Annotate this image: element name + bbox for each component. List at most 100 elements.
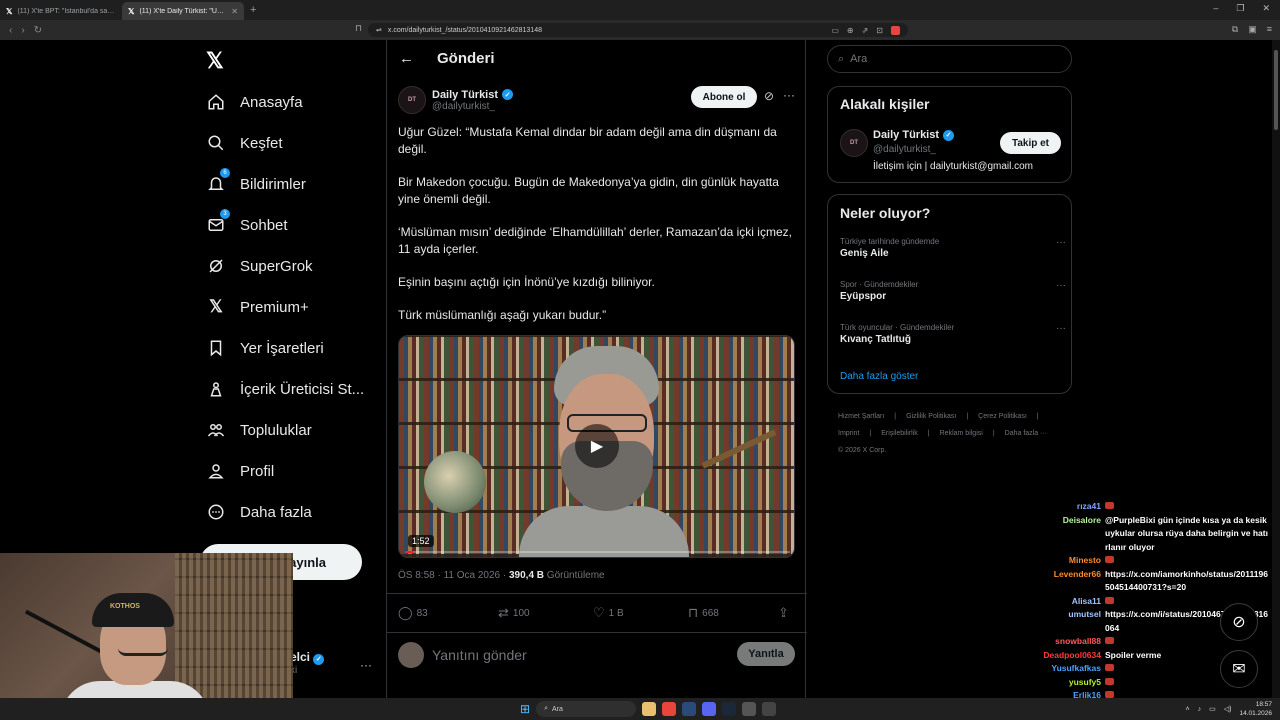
- sidebar-item-notifications[interactable]: 6 Bildirimler: [206, 168, 306, 194]
- footer-link[interactable]: Erişilebilirlik: [881, 430, 918, 437]
- trend-item[interactable]: Spor · Gündemdekiler Eyüpspor ···: [840, 280, 1066, 302]
- sidebar-item-explore[interactable]: Keşfet: [206, 133, 283, 153]
- footer-link[interactable]: Çerez Politikası: [978, 413, 1027, 420]
- sidebar-item-supergrok[interactable]: SuperGrok: [206, 256, 313, 276]
- reply-action[interactable]: ◯ 83: [398, 605, 498, 621]
- chat-username[interactable]: Deadpool0634: [1040, 649, 1105, 663]
- trend-more-icon[interactable]: ···: [1056, 323, 1066, 334]
- sidebar-item-communities[interactable]: Topluluklar: [206, 420, 312, 440]
- cast-icon[interactable]: ▭: [831, 26, 839, 35]
- repost-action[interactable]: ⇄ 100: [498, 605, 593, 621]
- steam-icon[interactable]: [722, 702, 737, 716]
- video-progress-bar[interactable]: [405, 551, 790, 553]
- chat-username[interactable]: Minesto: [1040, 554, 1105, 568]
- close-window-icon[interactable]: ✕: [1262, 3, 1270, 14]
- sidebar-item-profile[interactable]: Profil: [206, 461, 274, 481]
- trend-item[interactable]: Türk oyuncular · Gündemdekiler Kıvanç Ta…: [840, 323, 1066, 345]
- post-author[interactable]: DT Daily Türkist ✓ @dailyturkist_: [398, 86, 514, 114]
- sidebar-item-more[interactable]: Daha fazla: [206, 502, 312, 522]
- close-tab-icon[interactable]: ✕: [231, 7, 238, 16]
- share-icon[interactable]: ⇗: [862, 26, 869, 35]
- url-field[interactable]: ⇌ x.com/dailyturkist_/status/20104109214…: [368, 23, 908, 37]
- bookmark-action[interactable]: ⊓ 668: [688, 605, 778, 621]
- follow-button[interactable]: Takip et: [1000, 132, 1061, 154]
- x-logo-icon[interactable]: 𝕏: [206, 48, 224, 74]
- restore-icon[interactable]: ❐: [1236, 3, 1244, 14]
- video-player[interactable]: ▶ 1:52: [398, 335, 795, 558]
- footer-link[interactable]: Gizlilik Politikası: [906, 413, 956, 420]
- search-placeholder: Ara: [850, 53, 868, 65]
- messages-float-button[interactable]: ✉: [1220, 650, 1258, 688]
- forward-nav-icon[interactable]: ›: [21, 25, 24, 36]
- show-more-link[interactable]: Daha fazla göster: [840, 371, 918, 382]
- app-icon[interactable]: [742, 702, 757, 716]
- taskbar-search[interactable]: ⌕ Ara: [536, 701, 637, 717]
- chat-username[interactable]: snowball88: [1040, 635, 1105, 649]
- related-avatar[interactable]: DT: [840, 129, 868, 157]
- back-nav-icon[interactable]: ‹: [9, 25, 12, 36]
- back-arrow-icon[interactable]: ←: [399, 50, 414, 67]
- extensions-icon[interactable]: ⧉: [1232, 24, 1238, 35]
- grok-explain-icon[interactable]: ⊘: [764, 89, 774, 103]
- sidebar-item-label: İçerik Üreticisi St...: [240, 380, 365, 398]
- discord-icon[interactable]: [702, 702, 717, 716]
- brave-shield-icon[interactable]: [891, 25, 900, 35]
- footer-link[interactable]: Reklam bilgisi: [940, 430, 983, 437]
- clock[interactable]: 18:57 14.01.2026: [1239, 700, 1272, 718]
- reply-input[interactable]: Yanıtını gönder: [432, 647, 527, 663]
- footer-link[interactable]: Hizmet Şartları: [838, 413, 884, 420]
- related-name[interactable]: Daily Türkist ✓: [873, 129, 955, 141]
- share-action[interactable]: ⇪: [778, 605, 789, 621]
- search-input[interactable]: ⌕ Ara: [827, 45, 1072, 73]
- post-timestamp[interactable]: ÖS 8:58 · 11 Oca 2026 ·: [398, 570, 509, 581]
- lock-icon[interactable]: ⊡: [876, 26, 883, 35]
- app-icon[interactable]: [682, 702, 697, 716]
- browser-tab-2[interactable]: 𝕏 (11) X'te Daily Türkist: "Uğur Gü ✕: [122, 2, 244, 20]
- sidebar-item-creator-studio[interactable]: İçerik Üreticisi St...: [206, 379, 364, 399]
- chat-username[interactable]: Deisalore: [1040, 514, 1105, 555]
- author-avatar[interactable]: DT: [398, 86, 426, 114]
- sidebar-item-bookmarks[interactable]: Yer İşaretleri: [206, 338, 324, 358]
- reply-button[interactable]: Yanıtla: [737, 642, 795, 666]
- sidebar-toggle-icon[interactable]: ▣: [1248, 24, 1257, 35]
- obs-icon[interactable]: [762, 702, 777, 716]
- like-action[interactable]: ♡ 1 B: [593, 605, 688, 621]
- subscribe-button[interactable]: Abone ol: [691, 86, 757, 108]
- chat-username[interactable]: rıza41: [1040, 500, 1105, 514]
- site-settings-icon[interactable]: ⇌: [376, 26, 382, 34]
- trend-more-icon[interactable]: ···: [1056, 237, 1066, 248]
- chat-username[interactable]: umutsel: [1040, 608, 1105, 635]
- play-icon[interactable]: ▶: [575, 424, 619, 468]
- sidebar-item-home[interactable]: Anasayfa: [206, 92, 303, 112]
- footer-link[interactable]: Imprint: [838, 430, 859, 437]
- tray-arrow-icon[interactable]: ˄: [1186, 706, 1190, 713]
- chat-username[interactable]: Yusufkafkas: [1040, 662, 1105, 676]
- new-tab-icon[interactable]: +: [250, 4, 256, 16]
- explorer-icon[interactable]: [642, 702, 657, 716]
- menu-icon[interactable]: ≡: [1267, 24, 1272, 35]
- zoom-icon[interactable]: ⊕: [847, 26, 854, 35]
- chat-username[interactable]: Alisa11: [1040, 595, 1105, 609]
- sidebar-item-chat[interactable]: 3 Sohbet: [206, 209, 288, 235]
- chat-username[interactable]: yusufy5: [1040, 676, 1105, 690]
- chat-username[interactable]: Levender66: [1040, 568, 1105, 595]
- reload-icon[interactable]: ↻: [34, 25, 42, 36]
- page-scrollbar[interactable]: [1272, 40, 1280, 720]
- author-name[interactable]: Daily Türkist ✓: [432, 89, 514, 101]
- scrollbar-thumb[interactable]: [1274, 50, 1278, 130]
- trend-item[interactable]: Türkiye tarihinde gündemde Geniş Aile ··…: [840, 237, 1066, 259]
- account-more-icon[interactable]: ···: [360, 658, 372, 672]
- browser-tab-1[interactable]: 𝕏 (11) X'te BPT: "İstanbul'da savcının h…: [0, 2, 122, 20]
- more-options-icon[interactable]: ···: [783, 88, 795, 102]
- grok-float-button[interactable]: ⊘: [1220, 603, 1258, 641]
- brave-icon[interactable]: [662, 702, 677, 716]
- sidebar-item-premium[interactable]: 𝕏 Premium+: [206, 297, 309, 317]
- minimize-icon[interactable]: –: [1213, 3, 1218, 14]
- bookmark-page-icon[interactable]: ⊓: [355, 23, 362, 34]
- network-icon[interactable]: ▭: [1209, 705, 1216, 713]
- windows-start-icon[interactable]: ⊞: [520, 702, 530, 716]
- mic-icon[interactable]: ♪: [1198, 706, 1202, 713]
- volume-icon[interactable]: ◁): [1224, 705, 1232, 713]
- trend-more-icon[interactable]: ···: [1056, 280, 1066, 291]
- footer-link[interactable]: Daha fazla ···: [1005, 430, 1047, 437]
